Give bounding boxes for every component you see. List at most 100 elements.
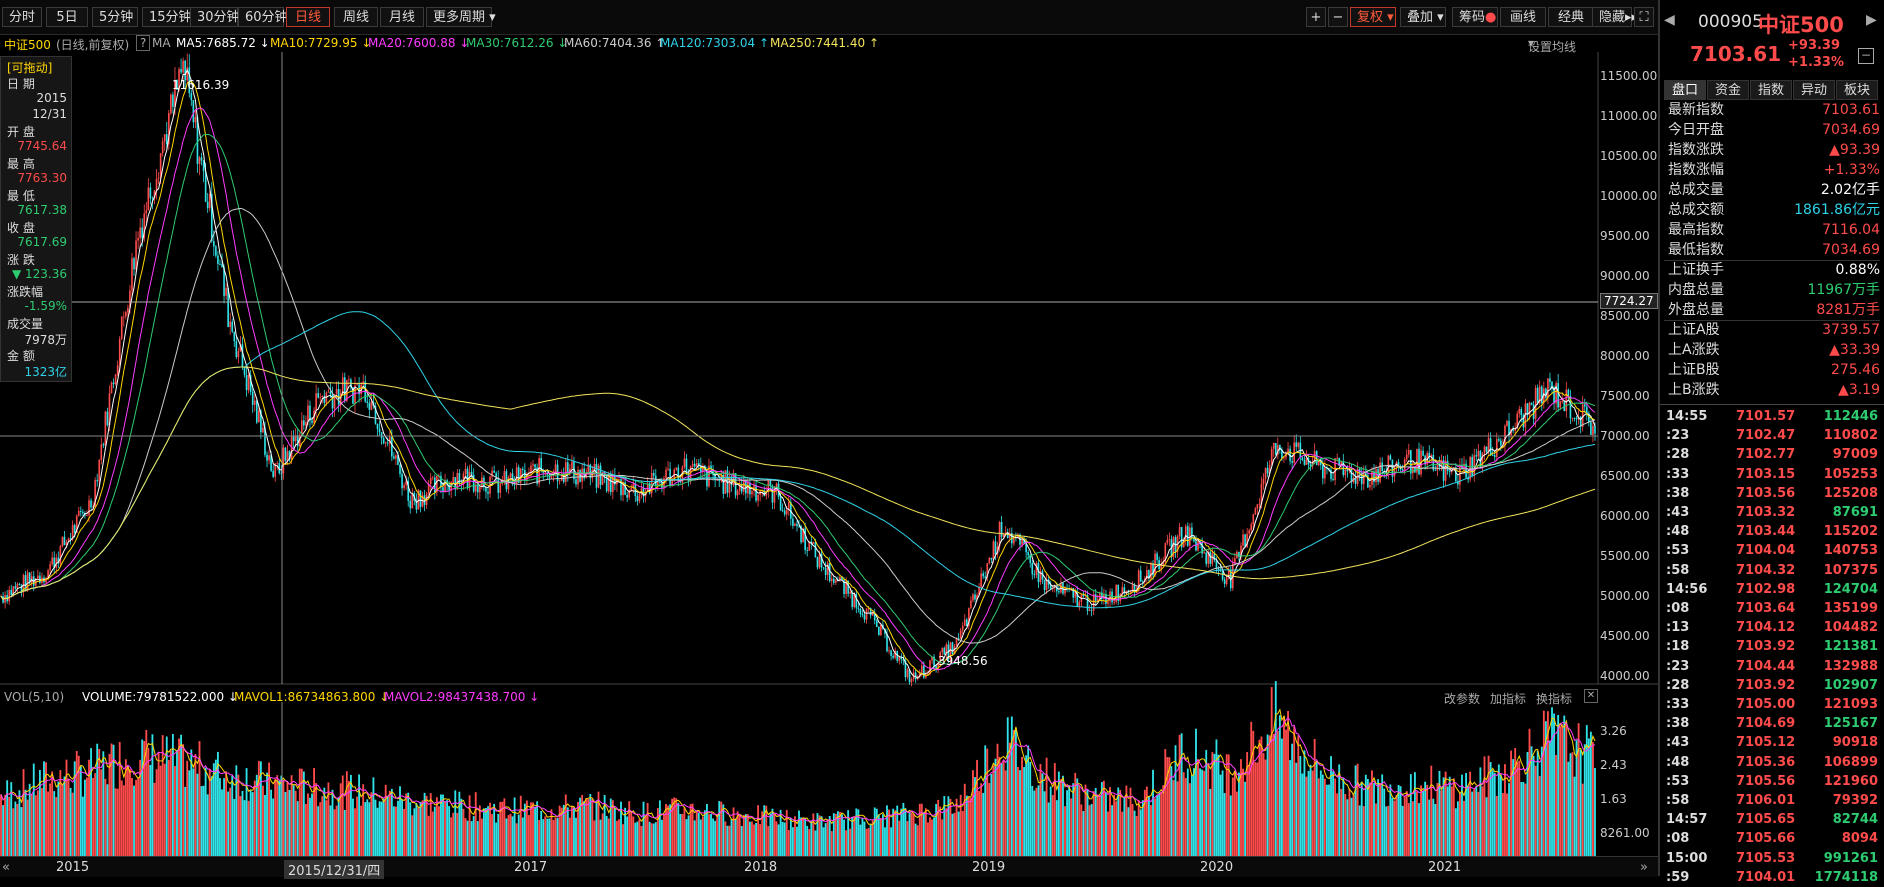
next-stock-icon[interactable]: ▶: [1866, 12, 1877, 28]
volume-bar: [634, 822, 637, 856]
candle-body: [677, 467, 680, 480]
more-periods-dropdown[interactable]: 更多周期 ▾: [426, 7, 496, 27]
volume-bar: [1190, 774, 1193, 856]
volume-bar: [1589, 731, 1592, 856]
adjust-dropdown[interactable]: 复权 ▾: [1350, 7, 1396, 27]
volume-bar: [730, 819, 733, 856]
help-icon[interactable]: ?: [136, 35, 151, 51]
volume-bar: [329, 805, 332, 856]
edit-params-button[interactable]: 改参数: [1444, 690, 1480, 707]
period-tab-60min[interactable]: 60分钟: [238, 7, 288, 27]
bar-info-panel[interactable]: [可拖动] 日 期 2015 12/31 开 盘 7745.64 最 高 776…: [0, 56, 72, 382]
period-tab-1min[interactable]: 分时: [2, 7, 42, 27]
volume-bar: [480, 818, 483, 856]
collapse-icon[interactable]: −: [1858, 48, 1874, 64]
volume-bar: [384, 784, 387, 856]
volume-bar: [118, 741, 121, 856]
change-indicator-button[interactable]: 换指标: [1536, 690, 1572, 707]
classic-button[interactable]: 经典: [1548, 7, 1594, 27]
volume-bar: [159, 765, 162, 856]
volume-bar: [57, 781, 60, 856]
close-icon[interactable]: ✕: [1584, 689, 1598, 703]
stat-row: 外盘总量 8281万手: [1668, 300, 1880, 320]
volume-tick: 8261.00: [1600, 826, 1650, 840]
chips-button[interactable]: 筹码●: [1452, 7, 1498, 27]
volume-bar: [1342, 777, 1345, 856]
volume-bar: [714, 820, 717, 856]
ma-settings-dropdown[interactable]: 设置均线 ▾: [1528, 36, 1576, 54]
volume-bar: [974, 777, 976, 856]
volume-bar: [1495, 795, 1498, 856]
volume-bar: [734, 818, 737, 856]
period-tab-monthly[interactable]: 月线: [380, 7, 424, 27]
candle-body: [1565, 389, 1568, 412]
vol-indicator-label[interactable]: VOL(5,10): [4, 690, 64, 704]
volume-bar: [296, 801, 299, 856]
candle-body: [251, 391, 254, 405]
tab-sector[interactable]: 板块: [1836, 80, 1878, 100]
tick-volume: 107375: [1823, 562, 1878, 578]
volume-bar: [452, 812, 455, 856]
candle-body: [118, 338, 121, 366]
volume-bar: [225, 771, 228, 856]
open-label: 开 盘: [7, 125, 35, 139]
period-tab-5min[interactable]: 5分钟: [92, 7, 138, 27]
volume-bar: [382, 798, 385, 856]
volume-bar: [464, 818, 467, 856]
period-tab-daily[interactable]: 日线: [286, 7, 330, 27]
period-tab-30min[interactable]: 30分钟: [190, 7, 240, 27]
tick-volume: 106899: [1823, 754, 1878, 770]
zoom-in-button[interactable]: +: [1306, 7, 1326, 27]
volume-bar: [630, 811, 633, 856]
volume-bar: [1483, 756, 1486, 856]
price-tick: 8000.00: [1600, 349, 1650, 363]
candle-body: [695, 463, 698, 467]
add-indicator-button[interactable]: 加指标: [1490, 690, 1526, 707]
volume-bar: [214, 759, 217, 856]
hide-button[interactable]: 隐藏▸▸: [1592, 7, 1638, 27]
ma-label[interactable]: MA: [152, 36, 171, 50]
volume-bar: [728, 825, 731, 856]
scroll-left-icon[interactable]: «: [2, 860, 10, 875]
volume-bar: [1094, 787, 1097, 856]
volume-bar: [458, 791, 461, 856]
volume-bar: [147, 747, 150, 856]
volume-bar: [1540, 746, 1543, 856]
candle-body: [276, 463, 279, 464]
fullscreen-icon[interactable]: ⛶: [1634, 7, 1654, 27]
volume-bar: [538, 820, 541, 856]
candle-body: [818, 553, 821, 568]
period-tab-5day[interactable]: 5日: [46, 7, 88, 27]
volume-bar: [507, 815, 510, 856]
period-tab-15min[interactable]: 15分钟: [142, 7, 194, 27]
overlay-dropdown[interactable]: 叠加 ▾: [1400, 7, 1446, 27]
volume-bar: [1579, 749, 1582, 856]
candle-body: [851, 591, 854, 608]
period-tab-weekly[interactable]: 周线: [334, 7, 378, 27]
volume-bar: [278, 780, 281, 856]
scroll-right-icon[interactable]: »: [1640, 860, 1648, 875]
close-label: 收 盘: [7, 221, 35, 235]
candle-body: [1291, 461, 1293, 463]
price-tick: 10500.00: [1600, 149, 1658, 163]
tab-anomaly[interactable]: 异动: [1793, 80, 1835, 100]
volume-bar: [1448, 776, 1451, 856]
candle-body: [382, 438, 385, 444]
kline-chart[interactable]: [0, 52, 1658, 856]
tab-orderbook[interactable]: 盘口: [1664, 80, 1706, 100]
zoom-out-button[interactable]: −: [1328, 7, 1348, 27]
candle-body: [920, 665, 923, 673]
candle-body: [1242, 534, 1244, 546]
tab-index[interactable]: 指数: [1750, 80, 1792, 100]
volume-bar: [231, 775, 234, 856]
volume-bar: [822, 827, 825, 856]
volume-bar: [302, 771, 305, 856]
tick-volume: 135199: [1823, 601, 1878, 616]
candle-body: [215, 246, 217, 256]
volume-bar: [955, 798, 958, 856]
volume-bar: [1139, 809, 1142, 856]
volume-bar: [1012, 730, 1015, 856]
tab-funds[interactable]: 资金: [1707, 80, 1749, 100]
prev-stock-icon[interactable]: ◀: [1664, 12, 1675, 28]
draw-button[interactable]: 画线: [1500, 7, 1546, 27]
